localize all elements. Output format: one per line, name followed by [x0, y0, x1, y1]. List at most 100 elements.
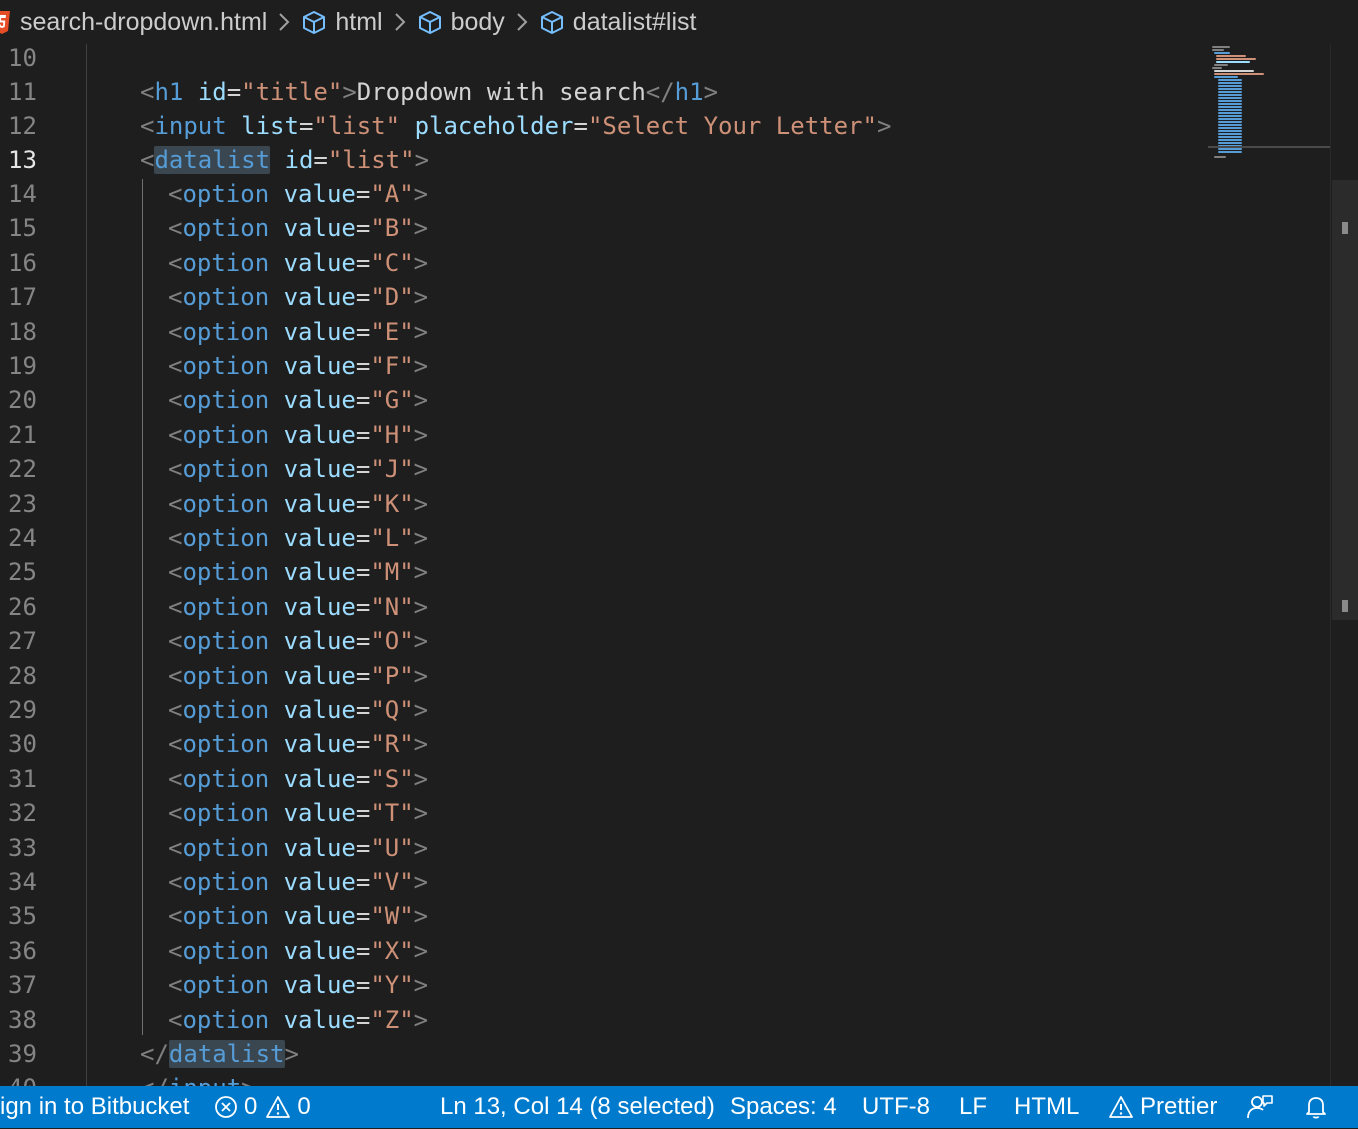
equals-sign: =: [355, 421, 371, 449]
code-content: <option value="P">: [168, 659, 428, 693]
code-line[interactable]: 33 <option value="U">: [0, 831, 1330, 865]
cursor-position[interactable]: Ln 13, Col 14 (8 selected): [440, 1086, 715, 1128]
notifications-button[interactable]: [1304, 1086, 1328, 1128]
bell-icon: [1306, 1097, 1326, 1119]
code-content: <option value="E">: [168, 315, 428, 349]
tag-bracket: <: [168, 421, 183, 449]
code-line[interactable]: 27 <option value="O">: [0, 624, 1330, 658]
tag-name: option: [182, 421, 270, 449]
attribute-name: value: [283, 902, 356, 930]
attribute-value: "Y": [370, 971, 414, 999]
attribute-name: value: [283, 249, 356, 277]
tag-bracket: <: [168, 283, 183, 311]
warning-triangle-icon: [1109, 1096, 1133, 1118]
code-line[interactable]: 38 <option value="Z">: [0, 1003, 1330, 1037]
equals-sign: =: [355, 490, 371, 518]
feedback-button[interactable]: [1246, 1086, 1274, 1128]
equals-sign: =: [355, 696, 371, 724]
minimap-line: [1218, 94, 1242, 96]
code-line[interactable]: 37 <option value="Y">: [0, 968, 1330, 1002]
code-content: <option value="T">: [168, 796, 428, 830]
minimap-line: [1216, 61, 1250, 63]
code-line[interactable]: 32 <option value="T">: [0, 796, 1330, 830]
code-line[interactable]: 19 <option value="F">: [0, 349, 1330, 383]
code-line[interactable]: 20 <option value="G">: [0, 383, 1330, 417]
tag-bracket: >: [413, 558, 429, 586]
code-line[interactable]: 12 <input list="list" placeholder="Selec…: [0, 109, 1330, 143]
code-line[interactable]: 34 <option value="V">: [0, 865, 1330, 899]
code-content: <option value="G">: [168, 383, 428, 417]
breadcrumb-item-body[interactable]: body: [417, 8, 505, 37]
tag-name: option: [182, 902, 270, 930]
tag-bracket: <: [168, 868, 183, 896]
breadcrumb: search-dropdown.html html body datalist#…: [0, 0, 1358, 44]
feedback-icon: [1247, 1095, 1273, 1119]
selected-tag-name: datalist: [154, 146, 271, 174]
tag-bracket: >: [413, 490, 429, 518]
indentation-setting[interactable]: Spaces: 4: [730, 1086, 837, 1128]
breadcrumb-item-datalist[interactable]: datalist#list: [539, 8, 696, 37]
equals-sign: =: [355, 627, 371, 655]
line-number: 39: [8, 1040, 37, 1068]
code-line[interactable]: 29 <option value="Q">: [0, 693, 1330, 727]
breadcrumb-item-html[interactable]: html: [301, 8, 383, 37]
breadcrumb-item-label: body: [450, 7, 505, 36]
problems-indicator[interactable]: 0 0: [214, 1086, 311, 1128]
code-line[interactable]: 10: [0, 44, 1330, 75]
bitbucket-signin[interactable]: ign in to Bitbucket: [0, 1086, 189, 1128]
code-content: <option value="J">: [168, 452, 428, 486]
tag-name: option: [182, 283, 270, 311]
tag-bracket: </: [645, 78, 675, 106]
equals-sign: =: [355, 352, 371, 380]
code-line[interactable]: 18 <option value="E">: [0, 315, 1330, 349]
matched-tag-name: datalist: [168, 1040, 285, 1068]
attribute-name: value: [283, 593, 356, 621]
code-line[interactable]: 40 </input>: [0, 1071, 1330, 1086]
code-editor[interactable]: 10 11 <h1 id="title">Dropdown with searc…: [0, 44, 1358, 1086]
chevron-right-icon: [393, 12, 407, 32]
line-number: 23: [8, 490, 37, 518]
code-line[interactable]: 35 <option value="W">: [0, 899, 1330, 933]
prettier-status[interactable]: Prettier: [1108, 1086, 1217, 1128]
tag-bracket: >: [413, 249, 429, 277]
code-line[interactable]: 24 <option value="L">: [0, 521, 1330, 555]
line-number: 11: [8, 78, 37, 106]
code-line[interactable]: 28 <option value="P">: [0, 659, 1330, 693]
language-mode[interactable]: HTML: [1014, 1086, 1079, 1128]
code-line[interactable]: 36 <option value="X">: [0, 934, 1330, 968]
code-content: <input list="list" placeholder="Select Y…: [140, 109, 891, 143]
code-line[interactable]: 22 <option value="J">: [0, 452, 1330, 486]
code-line[interactable]: 21 <option value="H">: [0, 418, 1330, 452]
tag-bracket: >: [413, 214, 429, 242]
attribute-name: value: [283, 180, 356, 208]
attribute-value: "E": [370, 318, 414, 346]
code-content: <datalist id="list">: [140, 143, 429, 177]
code-line[interactable]: 16 <option value="C">: [0, 246, 1330, 280]
code-line[interactable]: 17 <option value="D">: [0, 280, 1330, 314]
code-line[interactable]: 11 <h1 id="title">Dropdown with search</…: [0, 75, 1330, 109]
code-line[interactable]: 23 <option value="K">: [0, 487, 1330, 521]
minimap-viewport-divider: [1208, 146, 1332, 148]
eol-setting[interactable]: LF: [959, 1086, 987, 1128]
minimap-line: [1218, 130, 1242, 132]
tag-name: option: [182, 868, 270, 896]
code-line[interactable]: 39 </datalist>: [0, 1037, 1330, 1071]
attribute-name: id: [197, 78, 227, 106]
code-line[interactable]: 14 <option value="A">: [0, 177, 1330, 211]
code-line[interactable]: 25 <option value="M">: [0, 555, 1330, 589]
tag-name: h1: [674, 78, 704, 106]
equals-sign: =: [355, 455, 371, 483]
encoding-setting[interactable]: UTF-8: [862, 1086, 930, 1128]
tag-bracket: >: [413, 696, 429, 724]
line-number: 30: [8, 730, 37, 758]
code-line[interactable]: 15 <option value="B">: [0, 211, 1330, 245]
code-line[interactable]: 30 <option value="R">: [0, 727, 1330, 761]
equals-sign: =: [355, 318, 371, 346]
code-line[interactable]: 31 <option value="S">: [0, 762, 1330, 796]
breadcrumb-file[interactable]: search-dropdown.html: [0, 8, 267, 37]
warning-triangle-icon: [266, 1096, 291, 1118]
code-line-active[interactable]: 13 <datalist id="list">: [0, 143, 1330, 177]
equals-sign: =: [355, 730, 371, 758]
scrollbar-thumb[interactable]: [1332, 180, 1358, 620]
code-line[interactable]: 26 <option value="N">: [0, 590, 1330, 624]
